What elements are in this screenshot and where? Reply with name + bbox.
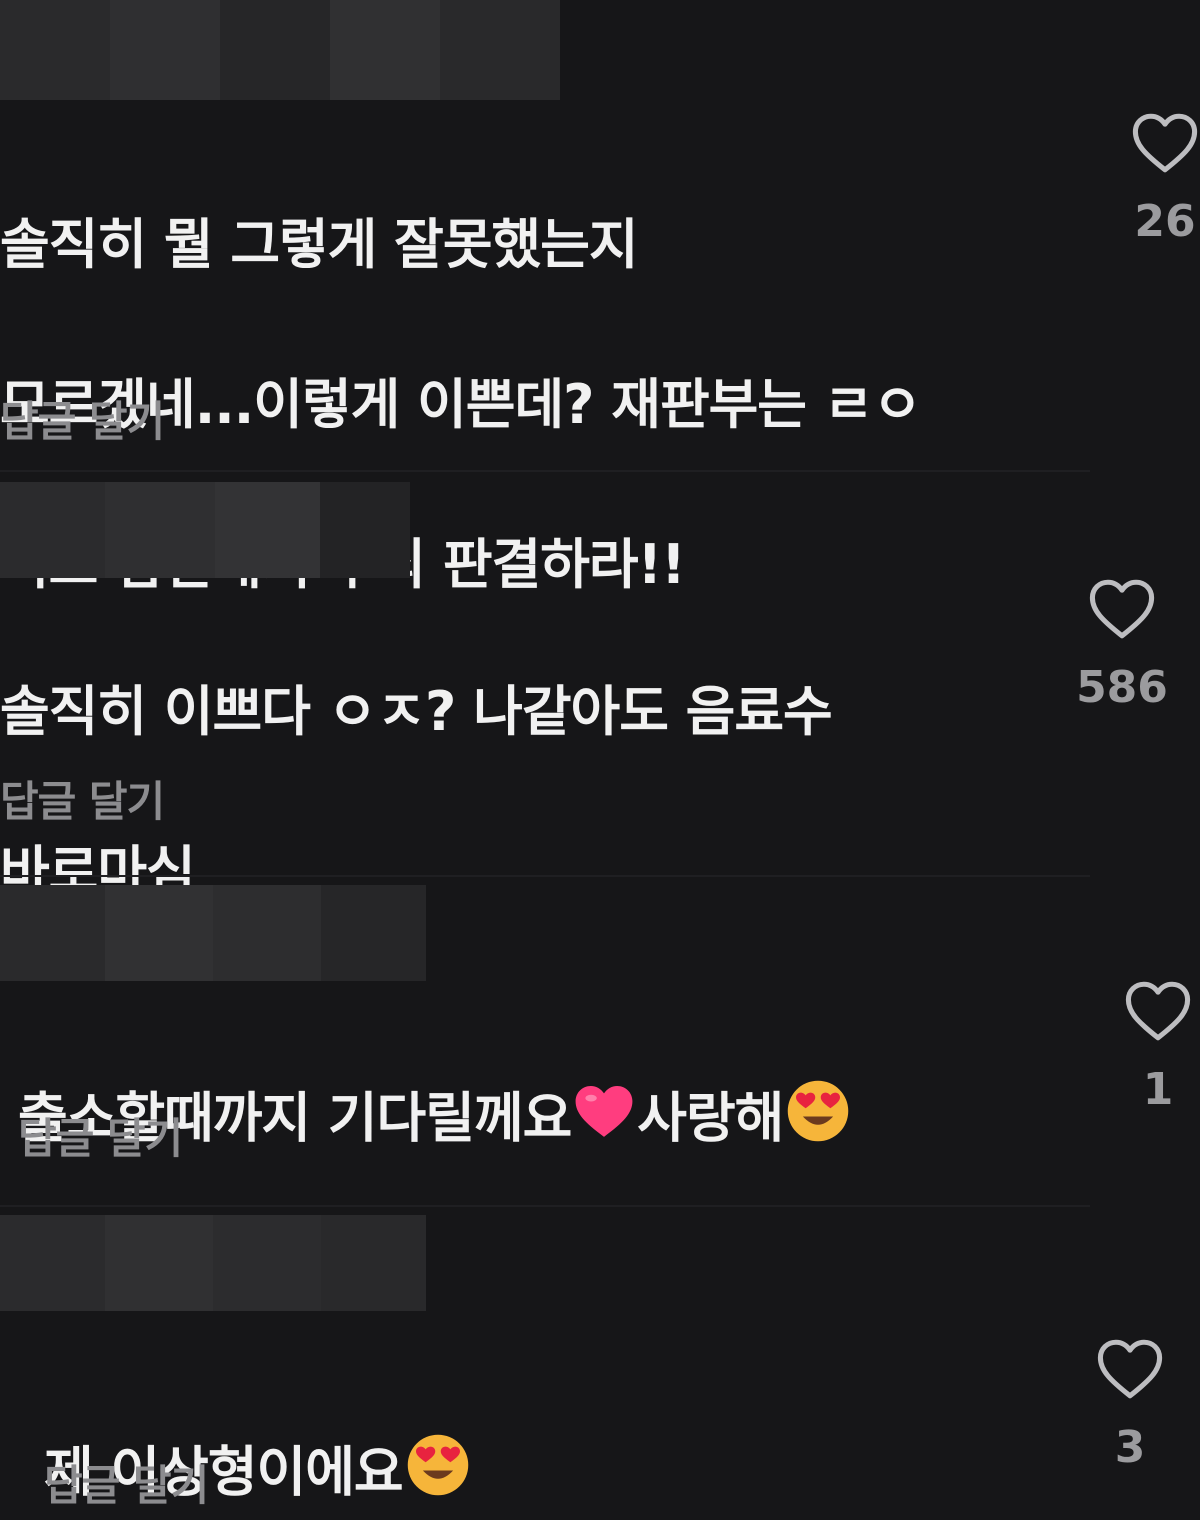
blurred-username: [0, 0, 560, 100]
reply-button[interactable]: 답글 달기: [44, 1452, 209, 1513]
comment-line: 솔직히 뭘 그렇게 잘못했는지: [0, 213, 639, 276]
divider: [0, 1205, 1090, 1207]
blurred-username: [0, 885, 426, 981]
heart-outline-icon: [1132, 113, 1198, 173]
like-count: 3: [1114, 1422, 1146, 1473]
like-button[interactable]: 3: [1080, 1338, 1180, 1473]
divider: [0, 875, 1090, 877]
reply-button[interactable]: 답글 달기: [18, 1105, 183, 1166]
reply-button[interactable]: 답글 달기: [0, 768, 165, 829]
blurred-username: [0, 482, 410, 578]
blurred-username: [0, 1215, 426, 1311]
heart-outline-icon: [1089, 579, 1155, 639]
like-button[interactable]: 1: [1108, 980, 1200, 1115]
heart-outline-icon: [1125, 981, 1191, 1041]
reply-button[interactable]: 답글 달기: [0, 388, 165, 449]
like-button[interactable]: 586: [1072, 578, 1172, 713]
like-count: 1: [1142, 1064, 1174, 1115]
heart-eyes-emoji: [785, 1078, 851, 1166]
comment-segment: 사랑해: [637, 1086, 784, 1150]
like-button[interactable]: 26: [1115, 112, 1200, 247]
heart-outline-icon: [1097, 1339, 1163, 1399]
heart-eyes-emoji: [405, 1432, 471, 1520]
like-count: 586: [1076, 662, 1168, 713]
red-heart-emoji: [573, 1081, 635, 1163]
like-count: 26: [1134, 196, 1196, 247]
divider: [0, 470, 1090, 472]
comment-line: 솔직히 이쁘다 ㅇㅈ? 나같아도 음료수: [0, 680, 833, 743]
